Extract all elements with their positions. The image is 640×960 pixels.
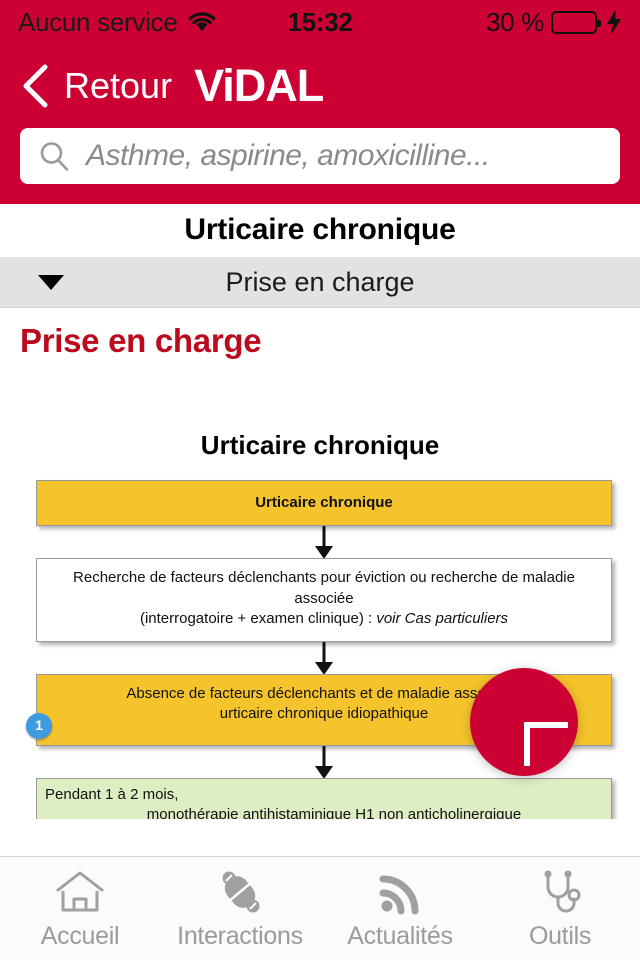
section-heading: Prise en charge [20, 322, 262, 359]
back-button[interactable]: Retour [20, 63, 172, 109]
tab-outils[interactable]: Outils [480, 869, 640, 951]
chevron-down-icon [38, 274, 64, 290]
lightning-bolt-icon [604, 9, 622, 35]
home-icon [54, 869, 106, 915]
navigation-bar: Retour ViDAL [0, 44, 640, 128]
tab-accueil[interactable]: Accueil [0, 869, 160, 951]
battery-percent-label: 30 % [485, 6, 544, 37]
flow-node-2-line1: Recherche de facteurs déclenchants pour … [73, 569, 575, 607]
flow-node-2-line2-italic: voir Cas particuliers [376, 609, 509, 627]
page-title: Urticaire chronique [0, 204, 640, 257]
chevron-left-icon [20, 63, 64, 109]
vidal-logo: ViDAL [194, 60, 324, 111]
flow-node-4-line2-prefix: monothérapie [146, 805, 243, 819]
tab-interactions-label: Interactions [177, 922, 303, 950]
search-icon [38, 140, 70, 172]
flow-node-2[interactable]: Recherche de facteurs déclenchants pour … [36, 558, 612, 642]
status-bar-right: 30 % [486, 7, 622, 38]
tab-accueil-label: Accueil [40, 922, 120, 950]
back-label: Retour [64, 65, 173, 106]
section-selector-label: Prise en charge [225, 266, 415, 297]
flow-node-4-link[interactable]: antihistaminique H1 non anticholinergiqu… [243, 806, 522, 819]
search-input[interactable]: Asthme, aspirine, amoxicilline... [20, 128, 620, 184]
tab-actualites[interactable]: Actualités [320, 869, 480, 951]
flow-node-1-text: Urticaire chronique [255, 494, 393, 511]
bottom-tab-bar: Accueil Interactions Actualités Outils [0, 856, 640, 960]
tab-interactions[interactable]: Interactions [160, 869, 320, 951]
tab-actualites-label: Actualités [347, 922, 453, 950]
tab-outils-label: Outils [528, 922, 592, 950]
pills-icon [214, 869, 266, 915]
flow-arrow-1 [36, 526, 612, 558]
status-bar: Aucun service 15:32 30 % [0, 0, 640, 44]
rss-icon [374, 869, 426, 915]
search-placeholder: Asthme, aspirine, amoxicilline... [86, 139, 490, 172]
stethoscope-icon [534, 869, 586, 915]
section-selector[interactable]: Prise en charge [0, 257, 640, 308]
flow-node-1[interactable]: Urticaire chronique [36, 480, 612, 527]
flowchart-title: Urticaire chronique [200, 430, 440, 460]
flow-node-2-line2-prefix: (interrogatoire + examen clinique) : [139, 609, 377, 627]
flow-node-4-line1: Pendant 1 à 2 mois, [45, 785, 179, 803]
battery-icon [551, 10, 601, 34]
search-bar-container: Asthme, aspirine, amoxicilline... [0, 128, 640, 204]
add-button[interactable] [470, 668, 578, 776]
flow-node-3-badge[interactable]: 1 [26, 712, 52, 739]
flow-node-4[interactable]: Pendant 1 à 2 mois, monothérapie antihis… [36, 777, 612, 819]
